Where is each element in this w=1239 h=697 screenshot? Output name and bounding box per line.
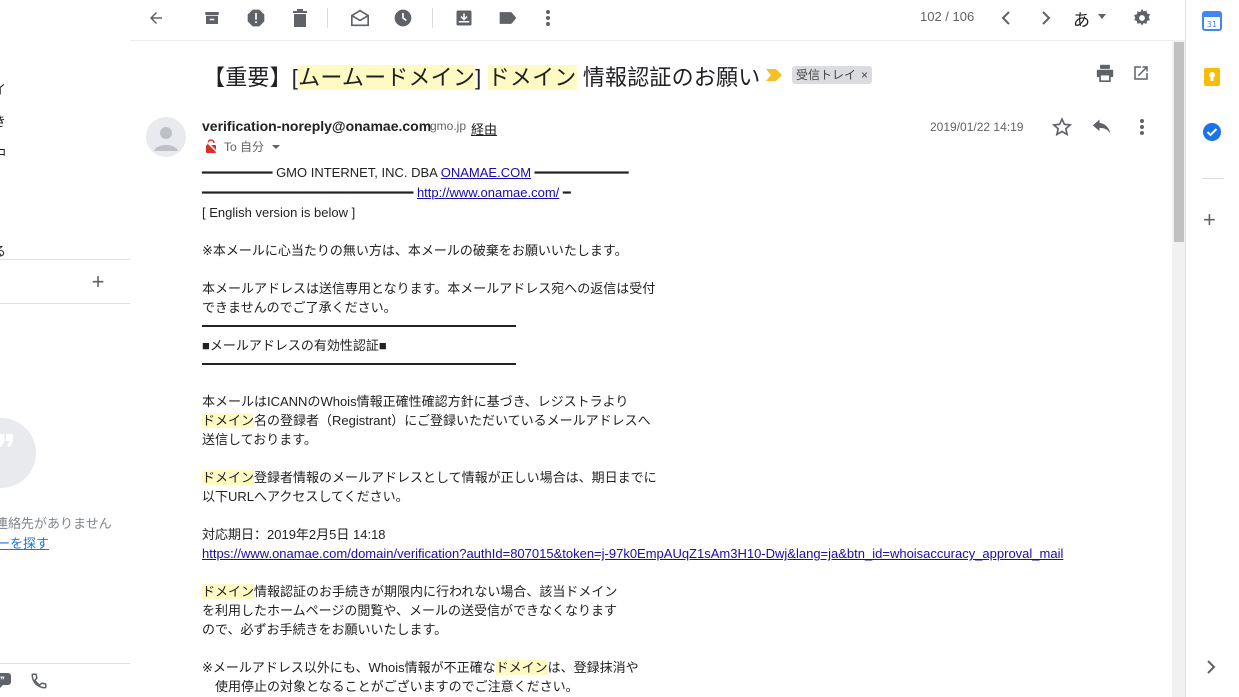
sender-domain: gmo.jp: [430, 119, 467, 133]
hangouts-chat-icon[interactable]: ❞: [0, 672, 16, 692]
sidebar-item-partial[interactable]: る: [0, 241, 13, 260]
add-label-icon[interactable]: +: [88, 271, 108, 293]
hangouts-quote-icon: ❞: [0, 427, 17, 473]
verification-link[interactable]: https://www.onamae.com/domain/verificati…: [202, 546, 1063, 561]
sidebar-divider: [0, 303, 130, 304]
body-text: ドメイン名の登録者（Registrant）にご登録いただいているメールアドレスへ: [202, 413, 651, 428]
body-text: を利用したホームページの閲覧や、メールの送受信ができなくなります: [202, 603, 617, 618]
section-title: ■メールアドレスの有効性認証■: [202, 338, 387, 353]
sidebar-divider: [0, 663, 130, 664]
archive-icon[interactable]: [200, 6, 224, 30]
body-text: 送信しております。: [202, 432, 317, 447]
inbox-label-chip: 受信トレイ ×: [792, 66, 873, 84]
input-tools-dropdown-icon[interactable]: [1098, 14, 1106, 19]
body-text: ドメイン登録者情報のメールアドレスとして情報が正しい場合は、期日までに: [202, 470, 657, 485]
body-text: 以下URLへアクセスしてください。: [202, 489, 409, 504]
message-date: 2019/01/22 14:19: [930, 120, 1024, 134]
body-header-line: ━━━━━━━━━━━━━━━━━━━━━━━━━━━ http://www.o…: [202, 185, 571, 200]
mark-unread-icon[interactable]: [348, 6, 372, 30]
sender-avatar[interactable]: [146, 117, 186, 157]
pagination-counter: 102 / 106: [920, 9, 975, 24]
onamae-url-link[interactable]: http://www.onamae.com/: [417, 185, 559, 200]
body-text: 本メールアドレスは送信専用となります。本メールアドレス宛への返信は受付: [202, 281, 656, 296]
input-tools-button[interactable]: あ: [1073, 6, 1090, 31]
find-contacts-link[interactable]: ーを探す: [0, 533, 52, 552]
snooze-clock-icon[interactable]: [391, 6, 415, 30]
svg-text:❞: ❞: [0, 676, 5, 686]
body-text: ※本メールに心当たりの無い方は、本メールの破棄をお願いいたします。: [202, 243, 628, 258]
calendar-day: 31: [1207, 20, 1217, 29]
verification-link-line: https://www.onamae.com/domain/verificati…: [202, 544, 1063, 563]
toolbar-divider: [130, 40, 1172, 41]
body-text: [ English version is below ]: [202, 205, 356, 220]
sidebar-item-partial[interactable]: き: [0, 111, 13, 130]
message-toolbar: 102 / 106 あ: [130, 0, 1185, 40]
section-rule: [202, 363, 516, 365]
sender-via-link[interactable]: 経由: [471, 119, 497, 138]
body-text: ドメイン情報認証のお手続きが期限内に行われない場合、該当ドメイン: [202, 584, 618, 599]
sidebar-divider: [0, 259, 130, 260]
older-chevron-right-icon[interactable]: [1034, 6, 1058, 30]
more-vert-icon[interactable]: [1131, 116, 1153, 138]
keep-icon[interactable]: [1202, 67, 1224, 89]
side-panel: 31 +: [1185, 0, 1239, 697]
importance-marker-icon[interactable]: [766, 68, 782, 81]
calendar-icon[interactable]: 31: [1202, 11, 1224, 33]
left-sidebar: イ き 中 る + ❞ 連絡先がありません ーを探す ❞: [0, 0, 130, 697]
sender-email[interactable]: verification-noreply@onamae.com: [202, 118, 431, 134]
email-subject: 【重要】[ムームードメイン] ドメイン 情報認証のお願い: [203, 65, 761, 90]
back-arrow-icon[interactable]: [144, 6, 168, 30]
more-vert-icon[interactable]: [536, 6, 560, 30]
body-header-line: ━━━━━━━━━ GMO INTERNET, INC. DBA ONAMAE.…: [202, 165, 629, 180]
expand-panel-chevron-icon[interactable]: [1206, 658, 1216, 679]
print-icon[interactable]: [1095, 64, 1115, 84]
show-details-dropdown-icon[interactable]: [272, 145, 280, 149]
settings-gear-icon[interactable]: [1130, 6, 1154, 30]
body-text: 使用停止の対象となることがございますのでご注意ください。: [202, 679, 579, 694]
report-spam-icon[interactable]: [244, 6, 268, 30]
label-icon[interactable]: [496, 6, 520, 30]
get-addons-plus-icon[interactable]: +: [1203, 209, 1216, 231]
newer-chevron-left-icon[interactable]: [994, 6, 1018, 30]
move-to-icon[interactable]: [452, 6, 476, 30]
sidebar-item-partial[interactable]: イ: [0, 79, 13, 98]
section-rule: [202, 325, 516, 327]
deadline-text: 対応期日：2019年2月5日 14:18: [202, 527, 386, 542]
phone-icon[interactable]: [30, 672, 50, 692]
body-text: 本メールはICANNのWhois情報正確性確認方針に基づき、レジストラより: [202, 394, 629, 409]
onamae-link[interactable]: ONAMAE.COM: [441, 165, 531, 180]
side-panel-divider: [1202, 178, 1224, 179]
open-in-new-window-icon[interactable]: [1132, 64, 1152, 84]
no-contacts-text: 連絡先がありません: [0, 516, 112, 531]
remove-label-icon[interactable]: ×: [861, 68, 868, 82]
body-text: できませんのでご了承ください。: [202, 300, 397, 315]
unencrypted-lock-icon[interactable]: [204, 139, 218, 153]
star-icon[interactable]: [1051, 116, 1073, 138]
toolbar-separator: [432, 8, 433, 28]
body-text: ので、必ずお手続きをお願いいたします。: [202, 622, 448, 637]
recipient-line: To 自分: [224, 140, 265, 154]
reply-icon[interactable]: [1091, 116, 1113, 138]
body-text: ※メールアドレス以外にも、Whois情報が不正確なドメインは、登録抹消や: [202, 660, 639, 675]
tasks-icon[interactable]: [1202, 122, 1224, 144]
delete-icon[interactable]: [288, 6, 312, 30]
scrollbar-thumb[interactable]: [1174, 42, 1184, 242]
sidebar-item-partial[interactable]: 中: [0, 143, 13, 162]
toolbar-separator: [327, 8, 328, 28]
